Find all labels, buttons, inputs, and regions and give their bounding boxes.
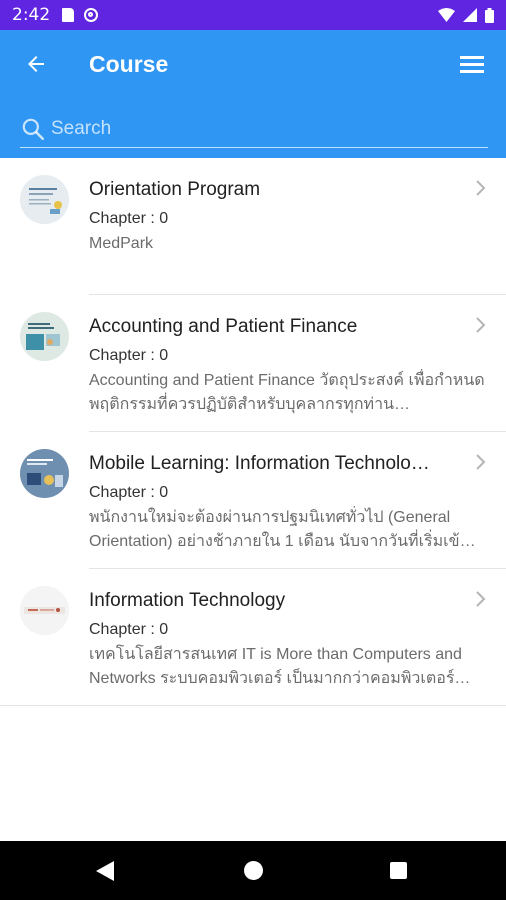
course-item-information-technology[interactable]: Information Technology Chapter : 0 เทคโน… bbox=[0, 569, 506, 706]
course-list: Orientation Program Chapter : 0 MedPark … bbox=[0, 158, 506, 706]
status-notification-icons bbox=[62, 8, 99, 22]
course-thumbnail bbox=[20, 312, 69, 361]
arrow-left-icon bbox=[28, 56, 44, 72]
hamburger-menu-icon bbox=[460, 56, 484, 73]
course-title: Accounting and Patient Finance bbox=[89, 316, 358, 337]
status-bar: 2:42 bbox=[0, 0, 506, 30]
search-bar bbox=[20, 110, 488, 148]
course-title: Information Technology bbox=[89, 590, 286, 611]
course-description: MedPark bbox=[89, 235, 154, 252]
status-system-icons bbox=[438, 7, 494, 23]
course-chapter: Chapter : 0 bbox=[89, 210, 169, 227]
course-chapter: Chapter : 0 bbox=[89, 484, 169, 501]
battery-icon bbox=[485, 7, 494, 23]
nav-recents-square-icon[interactable] bbox=[390, 862, 407, 879]
course-description: เทคโนโลยีสารสนเทศ IT is More than Comput… bbox=[89, 646, 471, 687]
course-chapter: Chapter : 0 bbox=[89, 347, 169, 364]
signal-icon bbox=[463, 8, 477, 22]
course-title: Mobile Learning: Information Technolo… bbox=[89, 453, 430, 474]
course-thumbnail bbox=[20, 449, 69, 498]
search-input[interactable] bbox=[51, 117, 471, 140]
course-description: พนักงานใหม่จะต้องผ่านการปฐมนิเทศทั่วไป (… bbox=[89, 509, 476, 550]
course-chapter: Chapter : 0 bbox=[89, 621, 169, 638]
nav-home-circle-icon[interactable] bbox=[244, 861, 263, 880]
nav-back-triangle-icon[interactable] bbox=[95, 860, 115, 882]
status-time: 2:42 bbox=[12, 5, 51, 25]
chevron-right-icon bbox=[476, 454, 486, 470]
course-thumbnail bbox=[20, 586, 69, 635]
course-item-mobile-learning-it[interactable]: Mobile Learning: Information Technolo… C… bbox=[0, 432, 506, 569]
sd-card-icon bbox=[62, 8, 75, 22]
search-icon bbox=[22, 118, 45, 140]
menu-button[interactable] bbox=[456, 48, 488, 80]
course-thumbnail bbox=[20, 175, 69, 224]
app-bar: Course bbox=[0, 30, 506, 158]
list-divider bbox=[0, 705, 506, 706]
course-item-orientation-program[interactable]: Orientation Program Chapter : 0 MedPark bbox=[0, 158, 506, 295]
chevron-right-icon bbox=[476, 180, 486, 196]
course-title: Orientation Program bbox=[89, 179, 261, 200]
page-title: Course bbox=[89, 51, 169, 77]
chevron-right-icon bbox=[476, 317, 486, 333]
back-button[interactable] bbox=[20, 48, 52, 80]
system-nav-bar bbox=[0, 841, 506, 900]
chevron-right-icon bbox=[476, 591, 486, 607]
course-item-accounting-patient-finance[interactable]: Accounting and Patient Finance Chapter :… bbox=[0, 295, 506, 432]
sync-icon bbox=[84, 8, 99, 22]
course-description: Accounting and Patient Finance วัตถุประส… bbox=[89, 372, 485, 413]
wifi-icon bbox=[438, 8, 455, 22]
